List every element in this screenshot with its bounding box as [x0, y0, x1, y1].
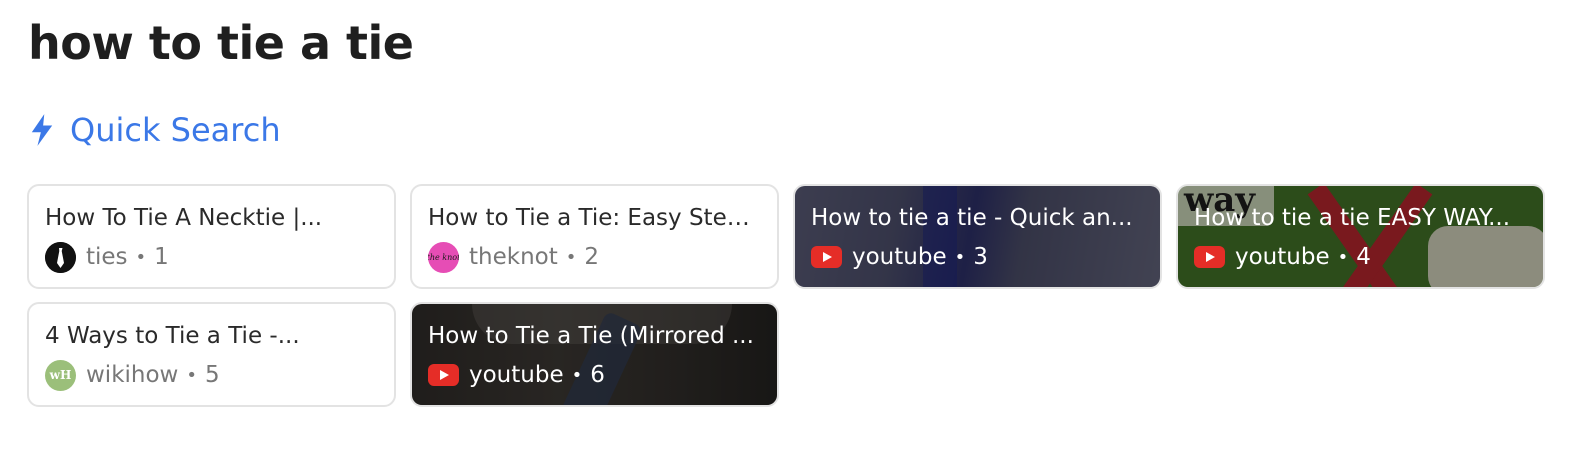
ties-favicon [45, 241, 76, 273]
separator-dot: • [1337, 246, 1349, 268]
result-meta: youtube • 6 [428, 359, 763, 391]
quick-search-button[interactable]: Quick Search [28, 108, 281, 152]
theknot-favicon: the knot [428, 241, 459, 273]
result-source: wikihow [86, 362, 179, 388]
result-source: youtube [852, 244, 947, 270]
result-meta: the knot theknot • 2 [428, 241, 763, 273]
youtube-icon [811, 246, 842, 268]
result-card[interactable]: way How to tie a tie EASY WAY... youtube… [1176, 184, 1545, 289]
result-title: How To Tie A Necktie |... [45, 205, 323, 231]
result-title: How to Tie a Tie (Mirrored ... [428, 323, 754, 349]
result-source: youtube [1235, 244, 1330, 270]
result-meta: youtube • 4 [1194, 241, 1529, 273]
result-source: ties [86, 244, 128, 270]
result-card[interactable]: How to Tie a Tie (Mirrored ... youtube •… [410, 302, 779, 407]
result-meta: wH wikihow • 5 [45, 359, 380, 391]
result-index: 4 [1356, 244, 1371, 270]
search-results-page: how to tie a tie Quick Search How To Tie… [0, 0, 1588, 452]
result-index: 2 [584, 244, 599, 270]
query-title: how to tie a tie [28, 16, 414, 70]
result-index: 5 [205, 362, 220, 388]
result-meta: youtube • 3 [811, 241, 1146, 273]
result-index: 3 [973, 244, 988, 270]
separator-dot: • [954, 246, 966, 268]
separator-dot: • [135, 246, 147, 268]
lightning-icon [31, 114, 53, 146]
result-card[interactable]: How to Tie a Tie: Easy Step... the knot … [410, 184, 779, 289]
youtube-icon [1194, 246, 1225, 268]
result-source: youtube [469, 362, 564, 388]
quick-search-label: Quick Search [70, 111, 281, 149]
result-card[interactable]: How to tie a tie - Quick an... youtube •… [793, 184, 1162, 289]
result-source: theknot [469, 244, 558, 270]
result-title: How to tie a tie EASY WAY... [1194, 205, 1511, 231]
separator-dot: • [565, 246, 577, 268]
result-title: How to Tie a Tie: Easy Step... [428, 205, 763, 231]
separator-dot: • [571, 364, 583, 386]
result-card[interactable]: How To Tie A Necktie |... ties • 1 [27, 184, 396, 289]
wikihow-favicon: wH [45, 359, 76, 391]
result-index: 1 [154, 244, 169, 270]
youtube-icon [428, 364, 459, 386]
result-card[interactable]: 4 Ways to Tie a Tie -... wH wikihow • 5 [27, 302, 396, 407]
result-title: 4 Ways to Tie a Tie -... [45, 323, 300, 349]
result-title: How to tie a tie - Quick an... [811, 205, 1133, 231]
result-meta: ties • 1 [45, 241, 380, 273]
separator-dot: • [186, 364, 197, 386]
results-grid: How To Tie A Necktie |... ties • 1 How t… [27, 184, 1545, 407]
result-index: 6 [590, 362, 605, 388]
